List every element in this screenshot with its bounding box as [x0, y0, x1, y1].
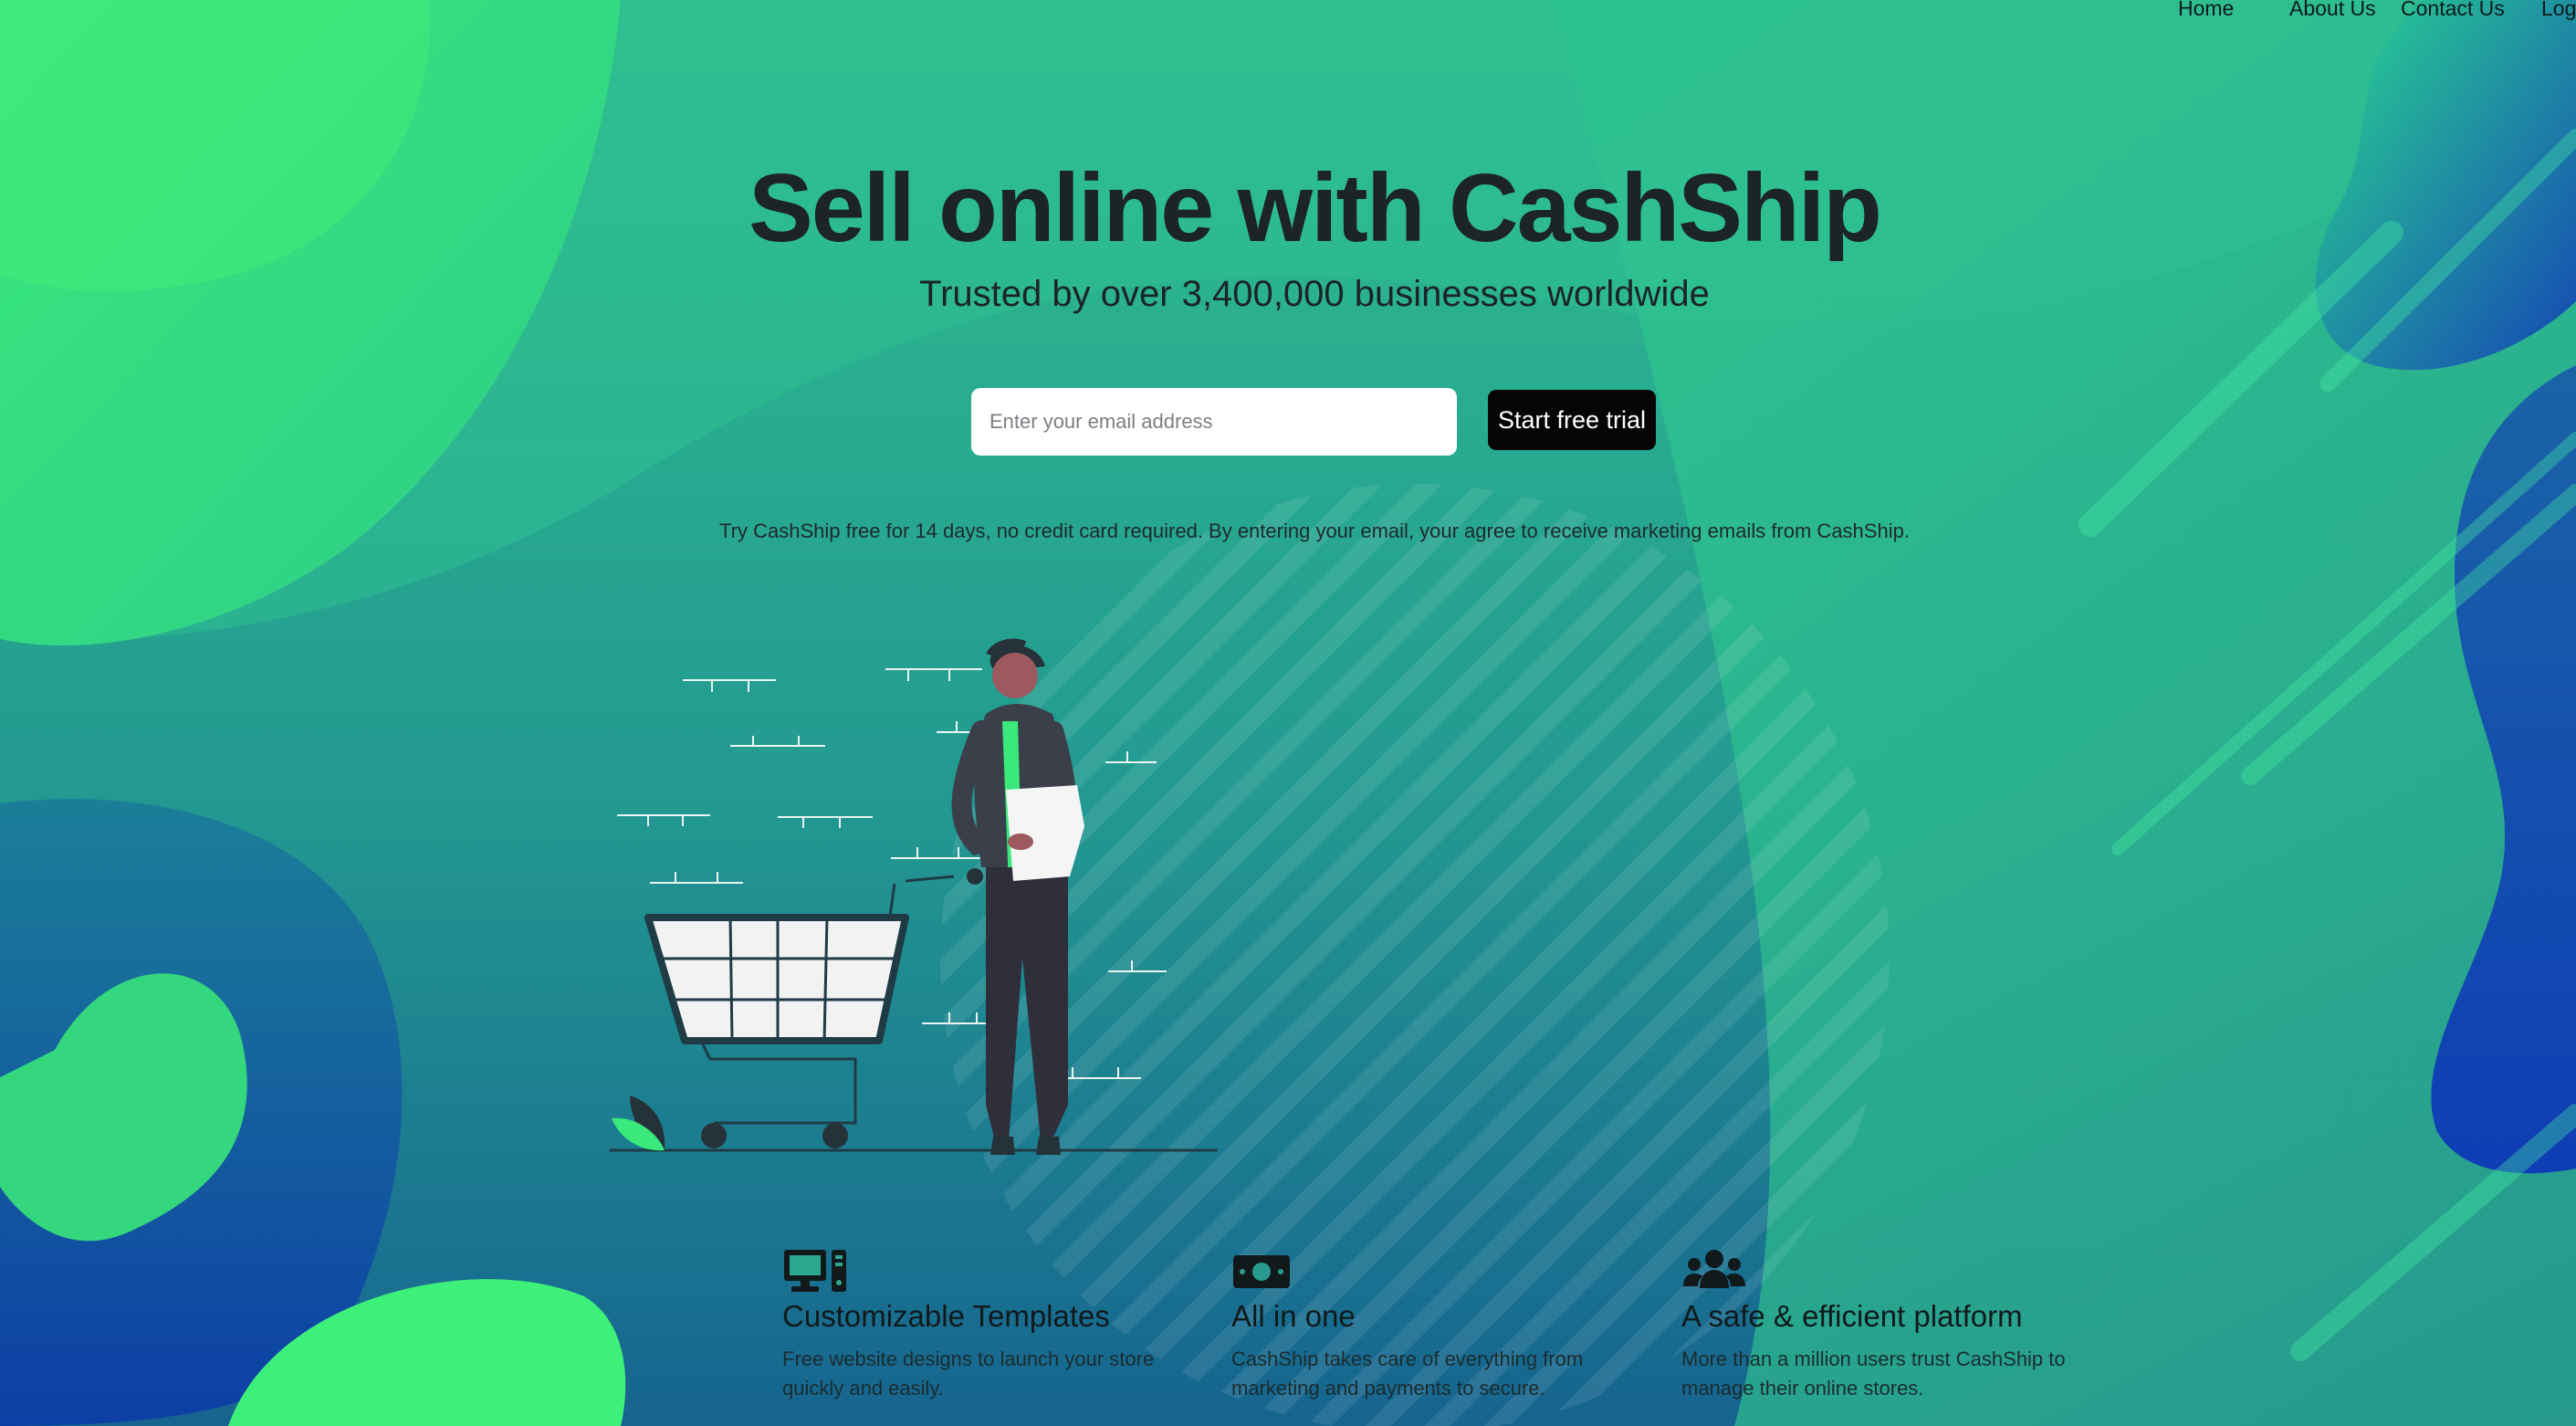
feature-description: More than a million users trust CashShip… — [1681, 1347, 2066, 1400]
person-figure — [951, 638, 1084, 1155]
feature-title: All in one — [1231, 1299, 1356, 1333]
feature-all-in-one: All in one CashShip takes care of everyt… — [1231, 1246, 1670, 1400]
email-input[interactable] — [971, 388, 1457, 456]
users-group-icon — [1683, 1250, 1745, 1288]
desktop-computer-icon — [784, 1250, 846, 1292]
feature-description: Free website designs to launch your stor… — [782, 1347, 1155, 1400]
feature-description: CashShip takes care of everything from m… — [1231, 1347, 1584, 1400]
start-free-trial-button[interactable]: Start free trial — [1488, 390, 1656, 450]
nav-contact-link[interactable]: Contact Us — [2401, 0, 2505, 21]
hero-title: Sell online with CashShip — [749, 154, 1882, 262]
feature-title: Customizable Templates — [782, 1299, 1110, 1333]
nav-login-link[interactable]: Log — [2541, 0, 2576, 21]
feature-templates: Customizable Templates Free website desi… — [782, 1246, 1220, 1400]
nav-about-link[interactable]: About Us — [2289, 0, 2376, 21]
nav-home-link[interactable]: Home — [2178, 0, 2234, 21]
money-bill-icon — [1233, 1255, 1290, 1288]
hero-subtitle: Trusted by over 3,400,000 businesses wor… — [919, 274, 1710, 314]
feature-title: A safe & efficient platform — [1681, 1299, 2023, 1333]
shopping-cart — [644, 868, 983, 1148]
signup-disclaimer: Try CashShip free for 14 days, no credit… — [719, 519, 1910, 542]
feature-safe-platform: A safe & efficient platform More than a … — [1681, 1246, 2120, 1400]
shopping-illustration — [610, 638, 1218, 1155]
